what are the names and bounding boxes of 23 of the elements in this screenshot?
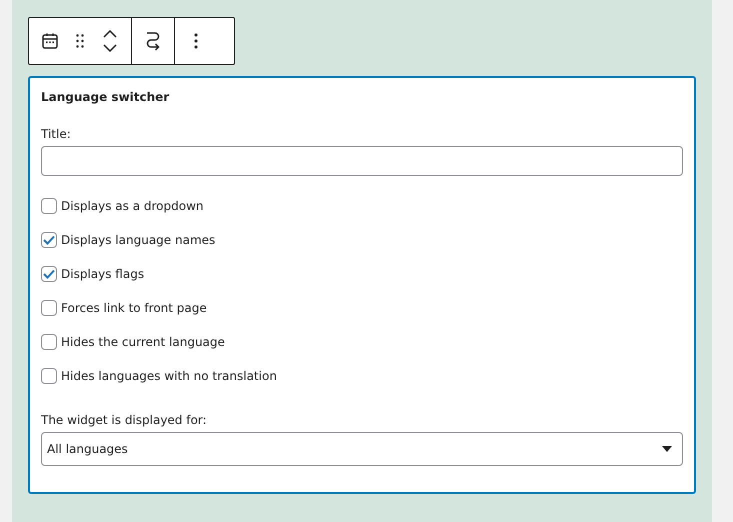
checkbox[interactable] <box>41 368 57 384</box>
checkbox[interactable] <box>41 266 57 282</box>
checkbox[interactable] <box>41 300 57 316</box>
checkbox-label: Displays as a dropdown <box>61 199 204 213</box>
checkbox-label: Forces link to front page <box>61 301 207 315</box>
drag-icon <box>76 34 84 48</box>
caret-icon <box>662 446 672 452</box>
calendar-icon <box>41 32 59 50</box>
checkbox-label: Displays flags <box>61 267 144 281</box>
checkbox-label: Hides languages with no translation <box>61 369 277 383</box>
language-dropdown[interactable]: All languages <box>41 432 683 466</box>
title-field[interactable] <box>41 146 683 176</box>
more-icon <box>194 33 198 49</box>
checkbox[interactable] <box>41 198 57 214</box>
checkbox[interactable] <box>41 232 57 248</box>
title-label: Title: <box>41 127 72 141</box>
chevron-up-icon <box>103 30 117 38</box>
chevron-down-icon <box>103 44 117 52</box>
checkbox[interactable] <box>41 334 57 350</box>
widget-heading: Language switcher <box>41 90 170 104</box>
checkbox-label: Hides the current language <box>61 335 225 349</box>
checkbox-label: Displays language names <box>61 233 216 247</box>
display-label: The widget is displayed for: <box>41 413 208 427</box>
